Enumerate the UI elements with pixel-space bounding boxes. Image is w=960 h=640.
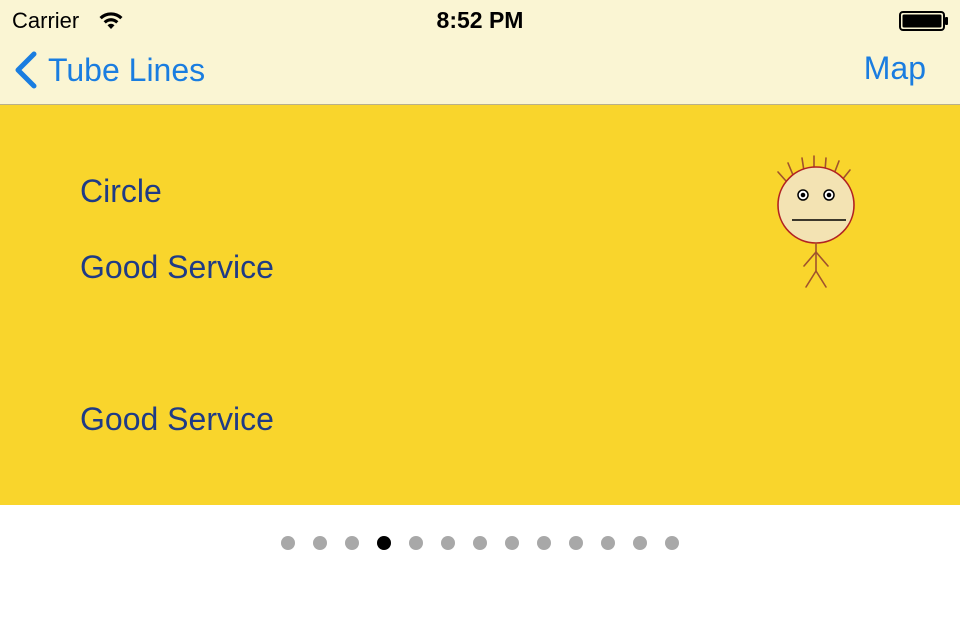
- back-button[interactable]: Tube Lines: [12, 48, 205, 92]
- page-dot[interactable]: [601, 536, 615, 550]
- page-dot[interactable]: [569, 536, 583, 550]
- line-status-primary: Good Service: [80, 249, 274, 285]
- page-dot[interactable]: [345, 536, 359, 550]
- battery-icon: [899, 11, 948, 31]
- clock-time: 8:52 PM: [436, 7, 524, 33]
- line-name: Circle: [80, 173, 162, 209]
- top-bar: Carrier 8:52 PM Tube Lines Map: [0, 0, 960, 105]
- line-status-panel: Circle Good Service Good Service: [0, 105, 960, 505]
- page-dot[interactable]: [665, 536, 679, 550]
- page-dot[interactable]: [441, 536, 455, 550]
- back-button-label: Tube Lines: [48, 51, 206, 88]
- page-dot[interactable]: [409, 536, 423, 550]
- page-dot[interactable]: [537, 536, 551, 550]
- navigation-bar: Tube Lines Map: [0, 40, 960, 104]
- chevron-left-icon: [15, 51, 37, 89]
- page-dot[interactable]: [473, 536, 487, 550]
- page-dot[interactable]: [505, 536, 519, 550]
- map-button[interactable]: Map: [864, 50, 926, 87]
- line-status-secondary: Good Service: [80, 401, 274, 437]
- page-dot[interactable]: [281, 536, 295, 550]
- status-bar: Carrier 8:52 PM: [0, 0, 960, 40]
- neutral-face-stick-figure-icon: [777, 155, 855, 288]
- page-dot-active[interactable]: [377, 536, 391, 550]
- page-indicator[interactable]: [0, 536, 960, 550]
- page-dot[interactable]: [313, 536, 327, 550]
- page-dot[interactable]: [633, 536, 647, 550]
